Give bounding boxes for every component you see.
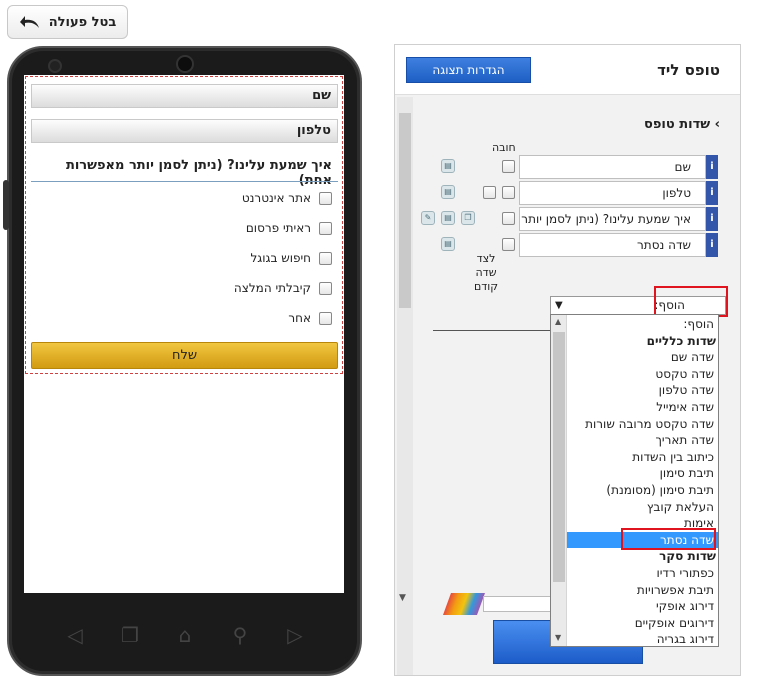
dropdown-scroll-thumb[interactable] (553, 332, 565, 582)
preview-option[interactable]: חיפוש בגוגל (250, 251, 332, 265)
side-checkbox[interactable] (483, 186, 496, 199)
delete-icon[interactable]: ▤ (441, 237, 455, 251)
preview-field-name[interactable]: שם (31, 84, 338, 108)
dropdown-option[interactable]: כפתורי רדיו (567, 565, 718, 582)
side-by-side-label: לצד שדה קודם (473, 252, 499, 293)
field-row-input[interactable]: שדה נסתר (519, 233, 706, 257)
dropdown-option[interactable]: תיבת סימון (מסומנת) (567, 482, 718, 499)
preview-field-phone[interactable]: טלפון (31, 119, 338, 143)
scroll-down-icon[interactable]: ▼ (555, 633, 561, 642)
option-label: אחר (288, 311, 311, 325)
panel-header: טופס ליד הגדרות תצוגה (395, 45, 740, 95)
chevron-right-icon: › (714, 117, 720, 132)
required-checkbox[interactable] (502, 186, 515, 199)
field-row-input[interactable]: שם (519, 155, 706, 179)
option-label: ראיתי פרסום (245, 221, 311, 235)
undo-button[interactable]: בטל פעולה (7, 5, 128, 39)
info-icon[interactable]: i (706, 233, 718, 257)
info-icon[interactable]: i (706, 155, 718, 179)
dropdown-option[interactable]: שדה אימייל (567, 399, 718, 416)
undo-arrow-icon (19, 16, 39, 28)
dropdown-option[interactable]: דירוג אופקי (567, 598, 718, 615)
forward-icon: ▷ (287, 623, 303, 647)
edit-pencil-icon[interactable]: ✎ (421, 211, 435, 225)
section-header[interactable]: › שדות טופס (644, 117, 720, 132)
phone-nav-bar: ◁ ❐ ⌂ ⚲ ▷ (60, 620, 310, 650)
preview-option[interactable]: אחר (288, 311, 332, 325)
checkbox[interactable] (319, 221, 332, 235)
dropdown-options: הוסף: שדות כלליים שדה שם שדה טקסט שדה טל… (567, 316, 718, 646)
option-label: אתר אינטרנט (241, 191, 311, 205)
required-checkbox[interactable] (502, 160, 515, 173)
highlight-box (654, 286, 728, 317)
dropdown-option[interactable]: העלאת קובץ (567, 499, 718, 516)
copy-icon[interactable]: ❐ (461, 211, 475, 225)
submit-button[interactable]: שלח (31, 342, 338, 369)
required-checkbox[interactable] (502, 238, 515, 251)
dropdown-option[interactable]: שדה שם (567, 349, 718, 366)
checkbox[interactable] (319, 191, 332, 205)
dropdown-option[interactable]: שדה טלפון (567, 382, 718, 399)
checkbox[interactable] (319, 251, 332, 265)
search-icon: ⚲ (232, 623, 248, 647)
preview-option[interactable]: אתר אינטרנט (242, 191, 332, 205)
color-palette-icon[interactable] (442, 593, 486, 615)
dropdown-option[interactable]: הוסף: (567, 316, 718, 333)
dropdown-option[interactable]: דירוג בגריה (567, 631, 718, 646)
recent-apps-icon: ❐ (121, 623, 139, 647)
add-field-dropdown-list[interactable]: ▲ ▼ הוסף: שדות כלליים שדה שם שדה טקסט שד… (550, 314, 719, 647)
phone-screen: שם טלפון איך שמעת עלינו? (ניתן לסמן יותר… (24, 75, 344, 593)
delete-icon[interactable]: ▤ (441, 185, 455, 199)
preview-option[interactable]: קיבלתי המלצה (234, 281, 332, 295)
preview-question-title: איך שמעת עלינו? (ניתן לסמן יותר מאפשרות … (65, 158, 332, 188)
required-column-label: חובה (492, 141, 516, 154)
question-divider (31, 181, 338, 182)
dropdown-option[interactable]: תיבת אפשרויות (567, 582, 718, 599)
home-icon: ⌂ (178, 623, 192, 647)
chevron-down-icon: ▼ (555, 300, 563, 311)
checkbox[interactable] (319, 311, 332, 325)
dropdown-option[interactable]: כיתוב בין השדות (567, 449, 718, 466)
dropdown-option[interactable]: שדה טקסט מרובה שורות (567, 416, 718, 433)
highlight-box (621, 528, 716, 550)
required-checkbox[interactable] (502, 212, 515, 225)
field-row-input[interactable]: איך שמעת עלינו? (ניתן לסמן יותר (519, 207, 706, 231)
scroll-up-icon[interactable]: ▲ (555, 317, 561, 326)
scroll-down-icon[interactable]: ▼ (399, 593, 406, 603)
panel-scroll-thumb[interactable] (399, 113, 411, 308)
undo-label: בטל פעולה (48, 14, 117, 30)
section-title: שדות טופס (644, 117, 711, 132)
dropdown-option[interactable]: דירוגים אופקיים (567, 615, 718, 632)
dropdown-option[interactable]: תיבת סימון (567, 465, 718, 482)
camera-icon (48, 59, 62, 73)
dropdown-option[interactable]: שדה טקסט (567, 366, 718, 383)
text-input[interactable] (483, 596, 553, 612)
panel-title: טופס ליד (657, 61, 720, 79)
dropdown-group-general: שדות כלליים (646, 333, 716, 348)
divider (433, 330, 550, 331)
option-label: קיבלתי המלצה (233, 281, 311, 295)
option-label: חיפוש בגוגל (250, 251, 311, 265)
display-settings-button[interactable]: הגדרות תצוגה (406, 57, 531, 83)
dropdown-option[interactable]: שדה תאריך (567, 432, 718, 449)
info-icon[interactable]: i (706, 207, 718, 231)
info-icon[interactable]: i (706, 181, 718, 205)
speaker-icon (176, 55, 194, 73)
dropdown-group-survey: שדות סקר (659, 549, 716, 564)
delete-icon[interactable]: ▤ (441, 211, 455, 225)
back-icon: ◁ (67, 623, 83, 647)
delete-icon[interactable]: ▤ (441, 159, 455, 173)
checkbox[interactable] (319, 281, 332, 295)
side-button (3, 180, 9, 230)
form-preview: שם טלפון איך שמעת עלינו? (ניתן לסמן יותר… (25, 76, 343, 374)
field-row-input[interactable]: טלפון (519, 181, 706, 205)
preview-option[interactable]: ראיתי פרסום (246, 221, 332, 235)
